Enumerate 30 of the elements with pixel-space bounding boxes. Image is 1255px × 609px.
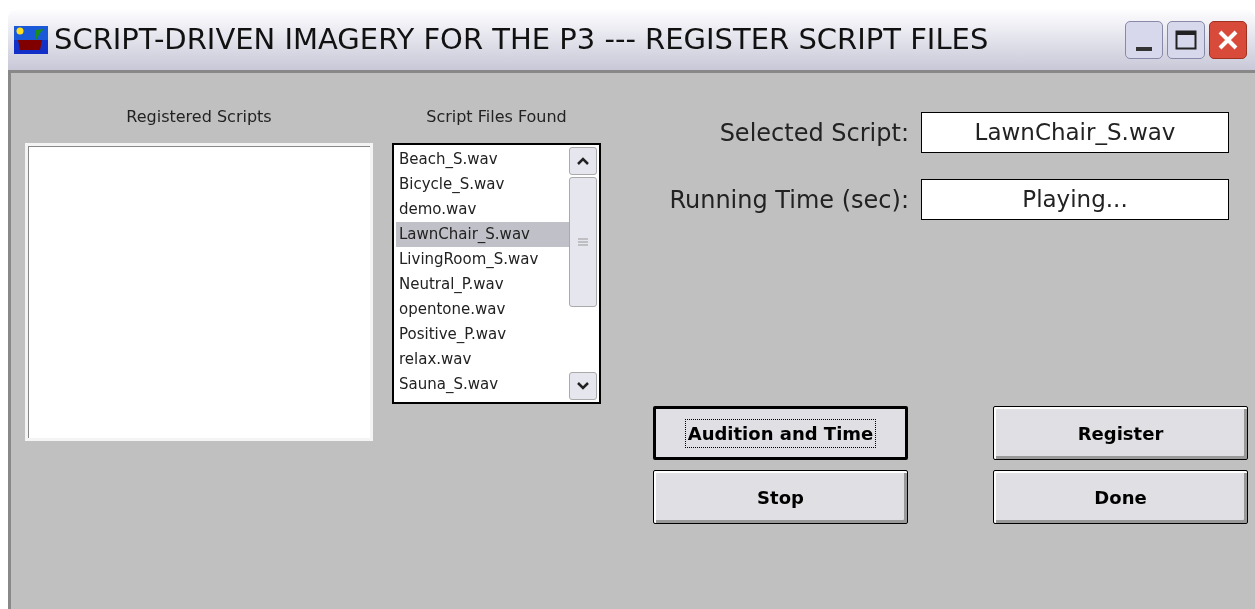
field-label: Selected Script: [719, 117, 909, 149]
list-label: Script Files Found [426, 106, 567, 128]
close-icon [1217, 29, 1239, 51]
push-button[interactable]: Stop [653, 470, 908, 524]
list-item[interactable]: Sauna_S.wav [396, 372, 569, 397]
list-item[interactable]: relax.wav [396, 347, 569, 372]
maximize-icon [1175, 30, 1197, 50]
list-item[interactable]: LivingRoom_S.wav [396, 247, 569, 272]
list-item[interactable]: Bicycle_S.wav [396, 172, 569, 197]
list-item[interactable]: Neutral_P.wav [396, 272, 569, 297]
scrollbar[interactable] [569, 147, 597, 400]
minimize-icon [1136, 47, 1152, 51]
list-item[interactable]: Beach_S.wav [396, 147, 569, 172]
app-icon [14, 26, 48, 54]
list-item[interactable]: LawnChair_S.wav [396, 222, 569, 247]
grip-icon [578, 238, 588, 246]
close-button[interactable] [1209, 21, 1247, 59]
minimize-button[interactable] [1125, 21, 1163, 59]
readout-field: Playing... [921, 179, 1229, 220]
list-label: Registered Scripts [126, 106, 272, 128]
list-item[interactable]: demo.wav [396, 197, 569, 222]
list-item[interactable]: opentone.wav [396, 297, 569, 322]
readout-field: LawnChair_S.wav [921, 112, 1229, 153]
push-button[interactable]: Audition and Time [653, 406, 908, 460]
field-label: Running Time (sec): [669, 184, 909, 216]
list-item[interactable]: Positive_P.wav [396, 322, 569, 347]
window-title: SCRIPT-DRIVEN IMAGERY FOR THE P3 --- REGISTER SCRIPT FILES [54, 21, 990, 59]
push-button[interactable]: Done [993, 470, 1248, 524]
push-button[interactable]: Register [993, 406, 1248, 460]
maximize-button[interactable] [1167, 21, 1205, 59]
